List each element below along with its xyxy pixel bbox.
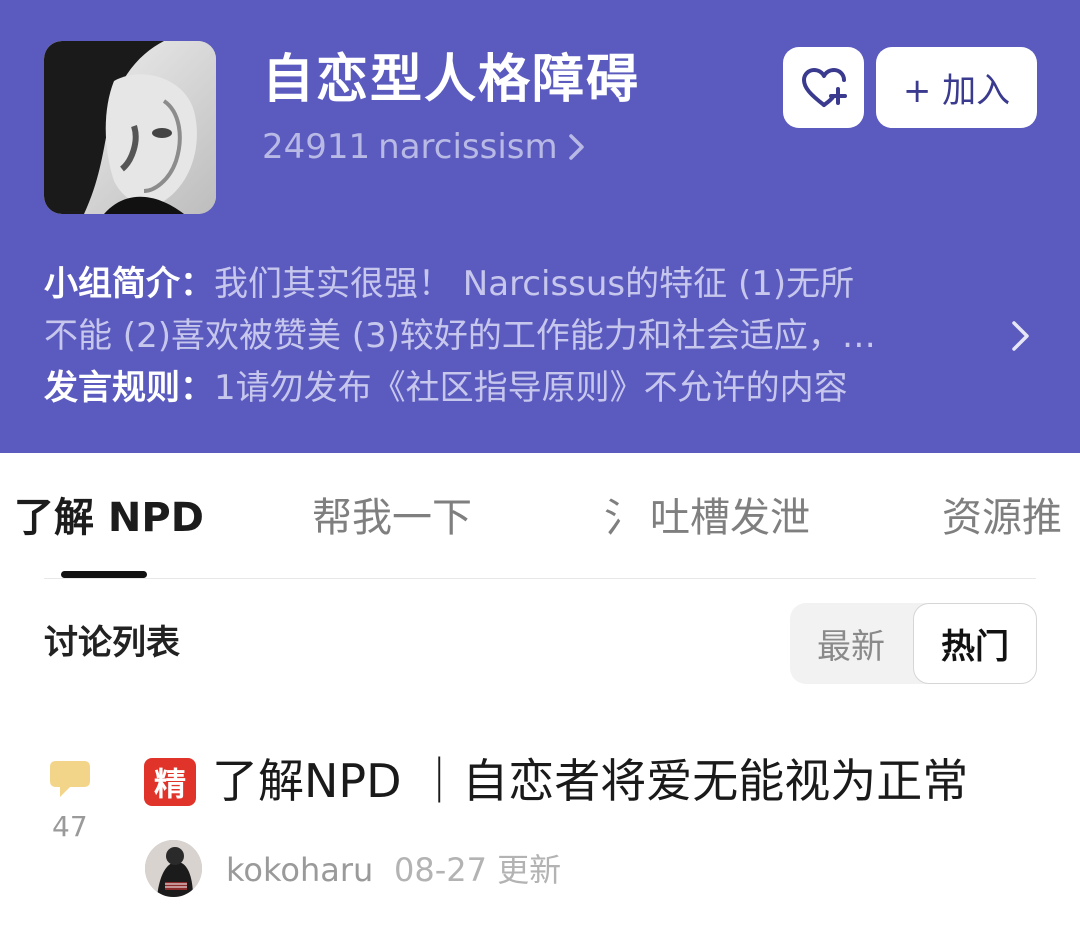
intro-label: 小组简介：: [44, 264, 214, 304]
tab-npd[interactable]: 了解 NPD: [14, 491, 204, 545]
comment-count: 47: [52, 810, 88, 843]
sort-newest-button[interactable]: 最新: [790, 603, 912, 684]
tab-partial[interactable]: 氵: [604, 491, 644, 545]
intro-expand-chevron-icon[interactable]: [1008, 318, 1034, 354]
discussion-list-title: 讨论列表: [44, 623, 180, 663]
tab-resources[interactable]: 资源推: [942, 491, 1062, 545]
featured-badge: 精: [144, 758, 196, 806]
author-name[interactable]: kokoharu: [226, 848, 373, 892]
post-time: 08-27 更新: [394, 851, 562, 889]
heart-plus-icon: [801, 67, 847, 107]
member-count: 24911: [262, 127, 371, 167]
tab-help[interactable]: 帮我一下: [312, 491, 472, 545]
group-intro-line-1[interactable]: 小组简介：我们其实很强！ Narcissus的特征 (1)无所: [44, 260, 854, 308]
tab-vent[interactable]: 吐槽发泄: [650, 491, 810, 545]
group-slug: narcissism: [378, 127, 558, 167]
group-avatar-image: [44, 41, 216, 214]
group-header: 自恋型人格障碍 24911 narcissism + 加入 小组简介：我们其实很…: [0, 0, 1080, 453]
comment-icon: [50, 761, 90, 797]
sort-toggle: 最新 热门: [790, 603, 1037, 684]
sort-hot-button[interactable]: 热门: [913, 603, 1037, 684]
favorite-button[interactable]: [783, 47, 864, 128]
category-tabs: 了解 NPD 帮我一下 氵 吐槽发泄 资源推: [0, 453, 1080, 580]
group-avatar[interactable]: [44, 41, 216, 214]
group-meta[interactable]: 24911 narcissism: [262, 124, 588, 170]
join-button[interactable]: + 加入: [876, 47, 1037, 128]
intro-text-2: 不能 (2)喜欢被赞美 (3)较好的工作能力和社会适应，…: [44, 316, 876, 356]
author-avatar-image: [145, 840, 202, 897]
rules-text: 1请勿发布《社区指导原则》不允许的内容: [214, 368, 848, 408]
post-item[interactable]: 47 精 了解NPD ｜自恋者将爱无能视为正常 kokoharu 08-27 更…: [0, 740, 1080, 930]
active-tab-indicator: [61, 571, 147, 578]
chevron-right-icon: [568, 134, 584, 160]
group-rules-line[interactable]: 发言规则：1请勿发布《社区指导原则》不允许的内容: [44, 364, 848, 412]
group-intro-line-2[interactable]: 不能 (2)喜欢被赞美 (3)较好的工作能力和社会适应，…: [44, 312, 876, 360]
author-avatar[interactable]: [145, 840, 202, 897]
tabs-divider: [44, 578, 1036, 579]
group-title: 自恋型人格障碍: [262, 50, 641, 110]
rules-label: 发言规则：: [44, 368, 214, 408]
post-title[interactable]: 了解NPD ｜自恋者将爱无能视为正常: [212, 750, 968, 812]
intro-text-1: 我们其实很强！ Narcissus的特征 (1)无所: [214, 264, 855, 304]
